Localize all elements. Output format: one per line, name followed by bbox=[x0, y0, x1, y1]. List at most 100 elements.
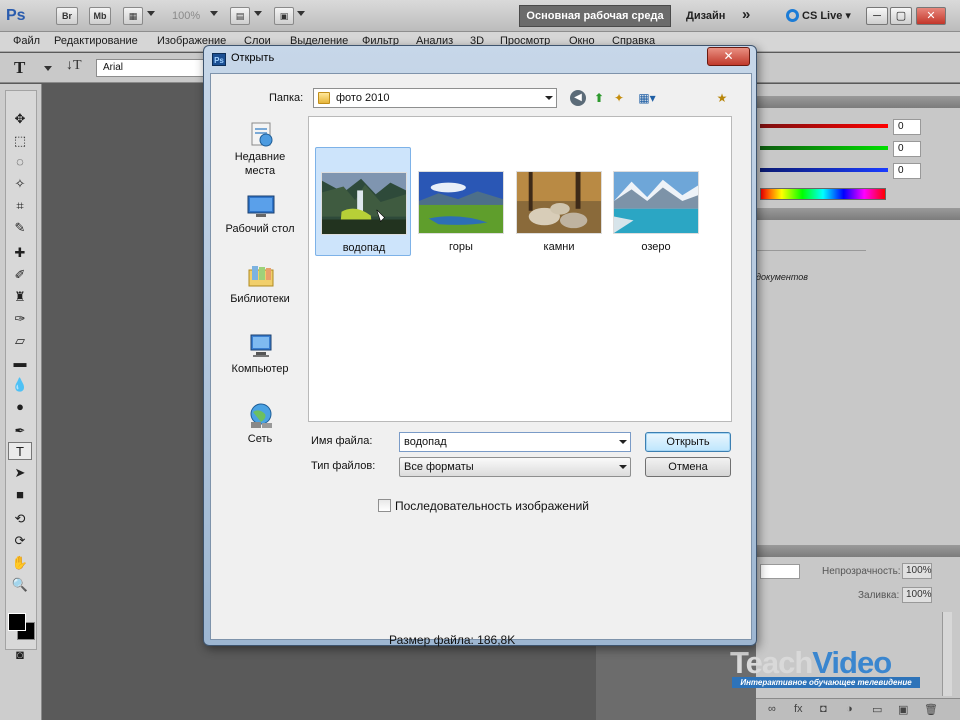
screen-mode-button[interactable]: ▣ bbox=[274, 7, 294, 25]
layers-scrollbar[interactable] bbox=[942, 612, 952, 696]
open-button[interactable]: Открыть bbox=[645, 432, 731, 452]
app-close-button[interactable]: ✕ bbox=[916, 7, 946, 25]
layer-style-icon[interactable]: fx bbox=[794, 703, 803, 715]
mini-bridge-button[interactable]: Mb bbox=[89, 7, 111, 25]
font-family-field[interactable]: Arial bbox=[96, 59, 204, 77]
restore-button[interactable]: ▢ bbox=[890, 7, 912, 25]
new-folder-icon[interactable]: ✦ bbox=[611, 90, 627, 106]
back-icon[interactable]: ◀ bbox=[570, 90, 586, 106]
fill-field[interactable]: 100% bbox=[902, 587, 932, 603]
brush-tool-icon[interactable]: ✐ bbox=[8, 266, 32, 284]
arrange-documents-button[interactable]: ▤ bbox=[230, 7, 250, 25]
workspace-essentials-button[interactable]: Основная рабочая среда bbox=[519, 5, 671, 27]
dodge-tool-icon[interactable]: ● bbox=[8, 398, 32, 416]
zoom-tool-icon[interactable]: 🔍 bbox=[8, 576, 32, 594]
healing-brush-tool-icon[interactable]: ✚ bbox=[8, 244, 32, 262]
type-tool-icon[interactable]: T bbox=[8, 442, 32, 460]
cs-live-icon bbox=[786, 9, 799, 22]
bridge-button[interactable]: Br bbox=[56, 7, 78, 25]
file-thumb-stones[interactable]: камни bbox=[511, 147, 607, 256]
clone-stamp-tool-icon[interactable]: ♜ bbox=[8, 288, 32, 306]
file-list[interactable]: водопад горы камни озеро bbox=[308, 116, 732, 422]
place-recent[interactable]: Недавние места bbox=[219, 120, 301, 180]
cs-live-menu[interactable]: CS Live ▾ bbox=[786, 9, 851, 22]
new-group-icon[interactable]: ▭ bbox=[872, 703, 882, 716]
green-value-field[interactable]: 0 bbox=[893, 141, 921, 157]
view-menu-icon[interactable]: ▦▾ bbox=[635, 90, 659, 106]
marquee-tool-icon[interactable]: ⬚ bbox=[8, 132, 32, 150]
chevron-down-icon[interactable] bbox=[44, 66, 52, 71]
chevron-down-icon[interactable] bbox=[147, 11, 155, 16]
image-sequence-label[interactable]: Последовательность изображений bbox=[395, 499, 589, 513]
delete-layer-icon[interactable]: 🗑 bbox=[924, 703, 938, 716]
cs-live-label: CS Live bbox=[802, 10, 843, 22]
move-tool-icon[interactable]: ✥ bbox=[8, 110, 32, 128]
place-network[interactable]: Сеть bbox=[219, 402, 301, 462]
3d-rotate-tool-icon[interactable]: ⟲ bbox=[8, 510, 32, 528]
file-name-label: горы bbox=[449, 241, 473, 253]
cancel-button[interactable]: Отмена bbox=[645, 457, 731, 477]
blur-tool-icon[interactable]: 💧 bbox=[8, 376, 32, 394]
dialog-close-button[interactable]: ✕ bbox=[707, 47, 750, 66]
color-spectrum-ramp[interactable] bbox=[760, 188, 886, 200]
history-brush-tool-icon[interactable]: ✑ bbox=[8, 310, 32, 328]
view-extras-button[interactable]: ▦ bbox=[123, 7, 143, 25]
shape-tool-icon[interactable]: ■ bbox=[8, 486, 32, 504]
zoom-level[interactable]: 100% bbox=[172, 10, 200, 22]
place-libraries[interactable]: Библиотеки bbox=[219, 262, 301, 322]
lake-thumbnail bbox=[613, 171, 699, 234]
color-panel-header[interactable] bbox=[756, 96, 960, 108]
layer-mask-icon[interactable]: ◘ bbox=[820, 703, 827, 715]
chevron-down-icon[interactable] bbox=[210, 11, 218, 16]
path-select-tool-icon[interactable]: ➤ bbox=[8, 464, 32, 482]
menu-file[interactable]: Файл bbox=[13, 35, 40, 47]
blue-value-field[interactable]: 0 bbox=[893, 163, 921, 179]
file-thumb-waterfall[interactable]: водопад bbox=[315, 147, 411, 256]
chevron-down-icon[interactable] bbox=[297, 11, 305, 16]
file-thumb-lake[interactable]: озеро bbox=[608, 147, 704, 256]
chevron-down-icon[interactable] bbox=[254, 11, 262, 16]
red-slider[interactable] bbox=[760, 124, 888, 128]
image-sequence-checkbox[interactable] bbox=[378, 499, 391, 512]
text-tool-preset[interactable]: T bbox=[14, 57, 44, 79]
lasso-tool-icon[interactable]: ◌ bbox=[8, 153, 32, 171]
minimize-button[interactable]: ─ bbox=[866, 7, 888, 25]
eraser-tool-icon[interactable]: ▱ bbox=[8, 332, 32, 350]
quick-select-tool-icon[interactable]: ✧ bbox=[8, 175, 32, 193]
up-folder-icon[interactable]: ⬆ bbox=[591, 90, 607, 106]
link-layers-icon[interactable]: ∞ bbox=[768, 703, 776, 715]
layers-panel-header[interactable] bbox=[756, 545, 960, 557]
crop-tool-icon[interactable]: ⌗ bbox=[8, 197, 32, 215]
3d-orbit-tool-icon[interactable]: ⟳ bbox=[8, 532, 32, 550]
adjustment-layer-icon[interactable]: ◑ bbox=[846, 703, 853, 715]
menu-edit[interactable]: Редактирование bbox=[54, 35, 138, 47]
chevron-down-icon[interactable] bbox=[619, 440, 627, 444]
blue-slider[interactable] bbox=[760, 168, 888, 172]
file-thumb-mountains[interactable]: горы bbox=[413, 147, 509, 256]
gradient-tool-icon[interactable]: ▬ bbox=[8, 354, 32, 372]
teachvideo-logo: TeachVideo bbox=[730, 645, 892, 680]
blend-mode-select[interactable] bbox=[760, 564, 800, 579]
new-layer-icon[interactable]: ▣ bbox=[898, 703, 908, 716]
file-type-select[interactable]: Все форматы bbox=[399, 457, 631, 477]
adjustments-panel-header[interactable] bbox=[756, 208, 960, 220]
text-orientation-toggle[interactable]: ↓T bbox=[66, 58, 82, 74]
green-slider[interactable] bbox=[760, 146, 888, 150]
chevron-down-icon bbox=[545, 96, 553, 100]
file-name-input[interactable]: водопад bbox=[399, 432, 631, 452]
opacity-field[interactable]: 100% bbox=[902, 563, 932, 579]
hand-tool-icon[interactable]: ✋ bbox=[8, 554, 32, 572]
look-in-dropdown[interactable]: фото 2010 bbox=[313, 88, 557, 108]
red-value-field[interactable]: 0 bbox=[893, 119, 921, 135]
workspace-more-button[interactable]: » bbox=[742, 6, 750, 23]
file-type-field-label: Тип файлов: bbox=[311, 460, 376, 472]
workspace-design-button[interactable]: Дизайн bbox=[686, 10, 725, 22]
favorites-folder-icon[interactable]: ★ bbox=[714, 90, 730, 106]
pen-tool-icon[interactable]: ✒ bbox=[8, 422, 32, 440]
eyedropper-tool-icon[interactable]: ✎ bbox=[8, 219, 32, 237]
places-bar: Недавние места Рабочий стол Библиотеки К… bbox=[219, 120, 301, 445]
foreground-color-swatch[interactable] bbox=[8, 613, 26, 631]
place-computer[interactable]: Компьютер bbox=[219, 332, 301, 392]
place-desktop[interactable]: Рабочий стол bbox=[219, 192, 301, 252]
quick-mask-icon[interactable]: ◙ bbox=[8, 646, 32, 664]
